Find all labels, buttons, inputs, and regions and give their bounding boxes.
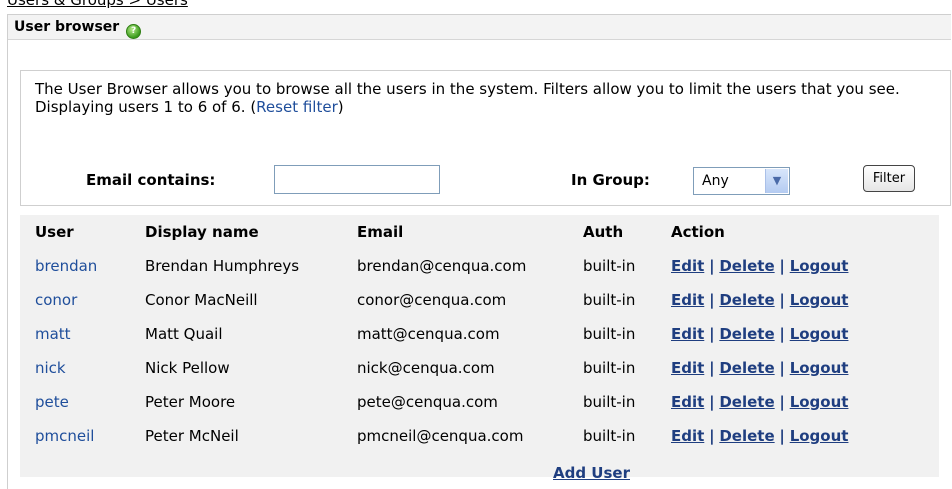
auth-cell: built-in	[583, 359, 636, 377]
breadcrumb[interactable]: Users & Groups > Users	[7, 0, 188, 9]
users-table-area: User Display name Email Auth Action bren…	[20, 215, 939, 482]
panel-header: User browser ?	[8, 15, 951, 40]
auth-cell: built-in	[583, 325, 636, 343]
auth-cell: built-in	[583, 393, 636, 411]
action-separator: |	[779, 393, 785, 411]
column-header-email: Email	[357, 223, 404, 241]
action-cell: Edit | Delete | Logout	[671, 419, 931, 453]
email-cell: pmcneil@cenqua.com	[357, 427, 524, 445]
table-row: brendan Brendan Humphreys brendan@cenqua…	[20, 249, 931, 283]
logout-link[interactable]: Logout	[790, 359, 849, 377]
user-link[interactable]: conor	[35, 291, 77, 309]
panel-title: User browser	[14, 19, 120, 35]
user-link[interactable]: pmcneil	[35, 427, 94, 445]
table-row: matt Matt Quail matt@cenqua.com built-in…	[20, 317, 931, 351]
action-separator: |	[779, 325, 785, 343]
auth-cell: built-in	[583, 291, 636, 309]
column-header-user: User	[35, 223, 74, 241]
email-cell: nick@cenqua.com	[357, 359, 495, 377]
edit-link[interactable]: Edit	[671, 325, 704, 343]
user-link[interactable]: pete	[35, 393, 69, 411]
logout-link[interactable]: Logout	[790, 291, 849, 309]
action-separator: |	[779, 427, 785, 445]
edit-link[interactable]: Edit	[671, 291, 704, 309]
table-row: pmcneil Peter McNeil pmcneil@cenqua.com …	[20, 419, 931, 453]
edit-link[interactable]: Edit	[671, 257, 704, 275]
delete-link[interactable]: Delete	[719, 257, 774, 275]
column-header-action: Action	[671, 223, 725, 241]
action-cell: Edit | Delete | Logout	[671, 317, 931, 351]
action-separator: |	[709, 393, 715, 411]
email-contains-input[interactable]	[274, 165, 440, 194]
user-link[interactable]: nick	[35, 359, 66, 377]
user-link[interactable]: brendan	[35, 257, 97, 275]
column-header-auth: Auth	[583, 223, 624, 241]
users-table: User Display name Email Auth Action bren…	[20, 215, 931, 453]
group-select[interactable]: Any ▼	[693, 167, 790, 195]
action-cell: Edit | Delete | Logout	[671, 385, 931, 419]
display-name-cell: Peter Moore	[145, 393, 236, 411]
auth-cell: built-in	[583, 427, 636, 445]
delete-link[interactable]: Delete	[719, 393, 774, 411]
group-select-value: Any	[702, 173, 729, 189]
edit-link[interactable]: Edit	[671, 359, 704, 377]
email-cell: conor@cenqua.com	[357, 291, 507, 309]
filter-box: The User Browser allows you to browse al…	[20, 70, 951, 206]
display-name-cell: Nick Pellow	[145, 359, 230, 377]
help-icon[interactable]: ?	[126, 24, 142, 39]
edit-link[interactable]: Edit	[671, 393, 704, 411]
action-separator: |	[709, 291, 715, 309]
description-text: The User Browser allows you to browse al…	[35, 80, 900, 98]
info-text: The User Browser allows you to browse al…	[35, 80, 945, 116]
display-name-cell: Matt Quail	[145, 325, 223, 343]
user-link[interactable]: matt	[35, 325, 71, 343]
display-name-cell: Conor MacNeill	[145, 291, 258, 309]
table-row: conor Conor MacNeill conor@cenqua.com bu…	[20, 283, 931, 317]
chevron-down-icon[interactable]: ▼	[765, 169, 788, 193]
table-header-row: User Display name Email Auth Action	[20, 215, 931, 249]
table-row: nick Nick Pellow nick@cenqua.com built-i…	[20, 351, 931, 385]
delete-link[interactable]: Delete	[719, 359, 774, 377]
action-separator: |	[709, 427, 715, 445]
delete-link[interactable]: Delete	[719, 427, 774, 445]
action-cell: Edit | Delete | Logout	[671, 283, 931, 317]
logout-link[interactable]: Logout	[790, 257, 849, 275]
display-name-cell: Peter McNeil	[145, 427, 239, 445]
filter-button[interactable]: Filter	[863, 165, 915, 192]
email-cell: matt@cenqua.com	[357, 325, 500, 343]
logout-link[interactable]: Logout	[790, 427, 849, 445]
table-row: pete Peter Moore pete@cenqua.com built-i…	[20, 385, 931, 419]
edit-link[interactable]: Edit	[671, 427, 704, 445]
action-separator: |	[709, 257, 715, 275]
logout-link[interactable]: Logout	[790, 393, 849, 411]
add-user-link[interactable]: Add User	[553, 464, 630, 482]
email-contains-label: Email contains:	[86, 171, 216, 189]
logout-link[interactable]: Logout	[790, 325, 849, 343]
action-separator: |	[779, 257, 785, 275]
delete-link[interactable]: Delete	[719, 325, 774, 343]
email-cell: pete@cenqua.com	[357, 393, 498, 411]
action-cell: Edit | Delete | Logout	[671, 351, 931, 385]
delete-link[interactable]: Delete	[719, 291, 774, 309]
displaying-line: Displaying users 1 to 6 of 6. (Reset fil…	[35, 98, 344, 116]
action-separator: |	[779, 291, 785, 309]
email-cell: brendan@cenqua.com	[357, 257, 527, 275]
action-cell: Edit | Delete | Logout	[671, 249, 931, 283]
user-browser-panel: User browser ? The User Browser allows y…	[7, 14, 951, 489]
display-name-cell: Brendan Humphreys	[145, 257, 300, 275]
reset-filter-link[interactable]: Reset filter	[256, 98, 338, 116]
auth-cell: built-in	[583, 257, 636, 275]
column-header-display-name: Display name	[145, 223, 259, 241]
in-group-label: In Group:	[571, 171, 650, 189]
displaying-count: Displaying users 1 to 6 of 6.	[35, 98, 246, 116]
action-separator: |	[779, 359, 785, 377]
action-separator: |	[709, 325, 715, 343]
action-separator: |	[709, 359, 715, 377]
